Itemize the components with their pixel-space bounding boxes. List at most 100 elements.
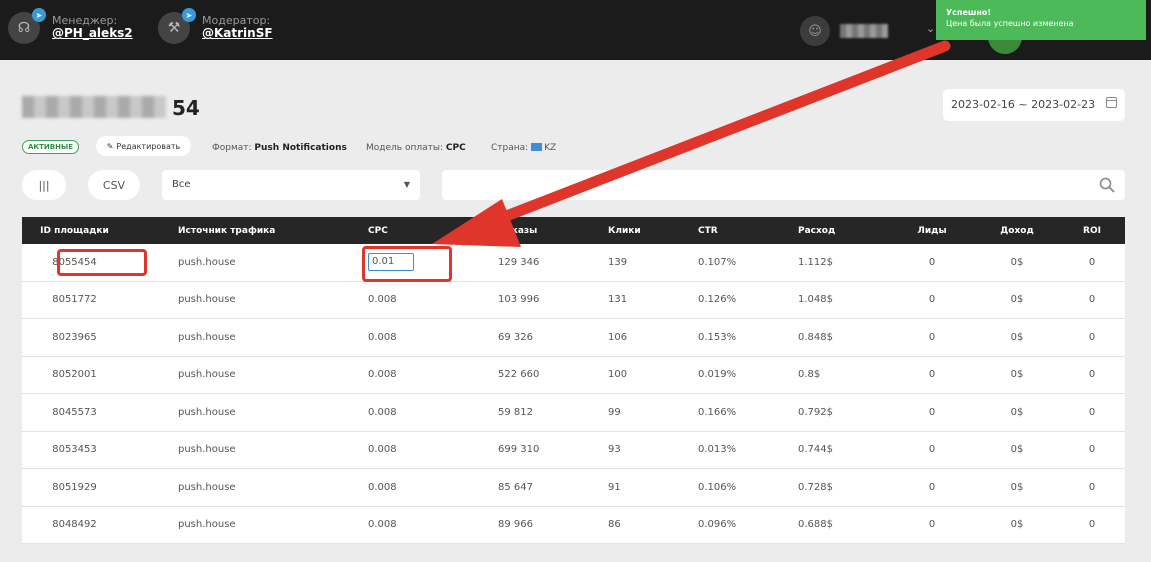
cell-leads: 0 (928, 481, 936, 493)
cell-cpc[interactable]: 0.008 (368, 357, 468, 394)
cell-spend: 1.112$ (798, 256, 833, 268)
country-info: Страна: KZ (491, 143, 556, 153)
table-row: 8051772 push.house 0.008 103 996 131 0.126% 1.… (22, 281, 1125, 319)
cell-income: 0$ (1010, 481, 1024, 493)
cell-cpc[interactable]: 0.008 (368, 469, 468, 506)
kz-flag-icon (531, 143, 543, 151)
cell-roi: 0 (1088, 369, 1096, 381)
column-header-cpc[interactable]: CPC (368, 217, 468, 244)
manager-handle[interactable]: @PH_aleks2 (52, 27, 133, 41)
cell-roi: 0 (1088, 444, 1096, 456)
cell-cpc[interactable]: 0.008 (368, 394, 468, 431)
success-toast[interactable]: Успешно! Цена была успешно изменена (936, 0, 1146, 40)
telegram-icon: ➤ (182, 8, 196, 22)
column-header-impressions[interactable]: Показы (498, 217, 598, 244)
cell-source: push.house (178, 256, 236, 268)
cell-source: push.house (178, 294, 236, 306)
cell-clicks: 99 (608, 406, 621, 418)
columns-button[interactable]: ||| (22, 170, 66, 200)
cell-roi: 0 (1088, 406, 1096, 418)
cell-impressions: 69 326 (498, 331, 533, 343)
payment-value: CPC (445, 143, 466, 153)
gavel-icon: ⚒ ➤ (158, 8, 196, 44)
moderator-handle[interactable]: @KatrinSF (202, 27, 273, 41)
moderator-contact[interactable]: ⚒ ➤ Модератор: @KatrinSF (158, 8, 273, 44)
column-header-income[interactable]: Доход (982, 217, 1052, 244)
cell-leads: 0 (928, 406, 936, 418)
table-row: 8053453 push.house 0.008 699 310 93 0.013% 0.7… (22, 431, 1125, 469)
cell-spend: 0.792$ (798, 406, 833, 418)
cell-leads: 0 (928, 294, 936, 306)
format-value: Push Notifications (254, 143, 347, 153)
table-row: 8045573 push.house 0.008 59 812 99 0.166% 0.79… (22, 394, 1125, 432)
csv-button-label: CSV (102, 178, 126, 192)
cell-source: push.house (178, 481, 236, 493)
cell-spend: 0.848$ (798, 331, 833, 343)
column-header-clicks[interactable]: Клики (608, 217, 688, 244)
cell-leads: 0 (928, 444, 936, 456)
user-name-blurred[interactable] (840, 24, 888, 38)
cell-cpc[interactable]: 0.008 (368, 319, 468, 356)
cell-impressions: 699 310 (498, 444, 540, 456)
headset-icon: ☊ ➤ (8, 8, 46, 44)
cell-roi: 0 (1088, 519, 1096, 531)
cell-cpc[interactable]: 0.008 (368, 282, 468, 319)
chevron-down-icon[interactable]: ⌄ (926, 22, 935, 35)
cell-roi: 0 (1088, 331, 1096, 343)
table-body: 8055454 push.house 0.01 129 346 139 0.107% 1.1… (22, 244, 1125, 544)
column-header-id[interactable]: ID площадки (22, 217, 127, 244)
cell-id: 8052001 (52, 369, 97, 381)
cell-leads: 0 (928, 519, 936, 531)
calendar-icon (1106, 97, 1117, 108)
column-header-spend[interactable]: Расход (798, 217, 898, 244)
filter-select-value: Все (172, 179, 191, 190)
user-avatar[interactable]: ☺ (800, 16, 830, 46)
manager-contact[interactable]: ☊ ➤ Менеджер: @PH_aleks2 (8, 8, 133, 44)
cell-impressions: 85 647 (498, 481, 533, 493)
date-range-picker[interactable]: 2023-02-16 ~ 2023-02-23 (943, 89, 1125, 121)
cell-income: 0$ (1010, 519, 1024, 531)
payment-label: Модель оплаты: (366, 143, 443, 153)
placements-table: ID площадки Источник трафика CPC Показы Клик… (22, 217, 1125, 544)
cell-income: 0$ (1010, 331, 1024, 343)
cell-leads: 0 (928, 369, 936, 381)
pencil-icon: ✎ (106, 141, 114, 151)
cell-roi: 0 (1088, 294, 1096, 306)
cell-roi: 0 (1088, 481, 1096, 493)
cell-id: 8023965 (52, 331, 97, 343)
format-info: Формат: Push Notifications (212, 143, 347, 153)
cell-impressions: 129 346 (498, 256, 540, 268)
cell-income: 0$ (1010, 256, 1024, 268)
cell-ctr: 0.096% (698, 519, 737, 531)
cell-cpc[interactable]: 0.008 (368, 432, 468, 469)
status-badge: АКТИВНЫЕ (22, 140, 80, 154)
csv-button[interactable]: CSV (88, 170, 140, 200)
column-header-leads[interactable]: Лиды (907, 217, 957, 244)
column-header-ctr[interactable]: CTR (698, 217, 788, 244)
cell-roi: 0 (1088, 256, 1096, 268)
table-row: 8055454 push.house 0.01 129 346 139 0.107% 1.1… (22, 244, 1125, 282)
column-header-source[interactable]: Источник трафика (178, 217, 358, 244)
cell-source: push.house (178, 369, 236, 381)
cell-id: 8051772 (52, 294, 97, 306)
cell-impressions: 59 812 (498, 406, 533, 418)
filter-select[interactable]: Все ▼ (162, 170, 420, 200)
toast-message: Цена была успешно изменена (946, 19, 1074, 28)
cell-income: 0$ (1010, 444, 1024, 456)
cell-id: 8053453 (52, 444, 97, 456)
column-header-roi[interactable]: ROI (1072, 217, 1112, 244)
payment-model-info: Модель оплаты: CPC (366, 143, 466, 153)
cell-clicks: 106 (608, 331, 628, 343)
edit-button[interactable]: ✎ Редактировать (96, 136, 191, 156)
toast-title: Успешно! (946, 8, 992, 17)
cell-id: 8048492 (52, 519, 97, 531)
search-input[interactable] (442, 170, 1125, 200)
cell-ctr: 0.106% (698, 481, 737, 493)
chevron-down-icon: ▼ (403, 180, 410, 189)
edit-button-label: Редактировать (116, 141, 181, 151)
columns-icon: ||| (38, 178, 50, 192)
annotation-highlight-cpc (362, 246, 452, 282)
cell-cpc[interactable]: 0.008 (368, 507, 468, 544)
cell-income: 0$ (1010, 406, 1024, 418)
annotation-highlight-id (57, 249, 147, 276)
